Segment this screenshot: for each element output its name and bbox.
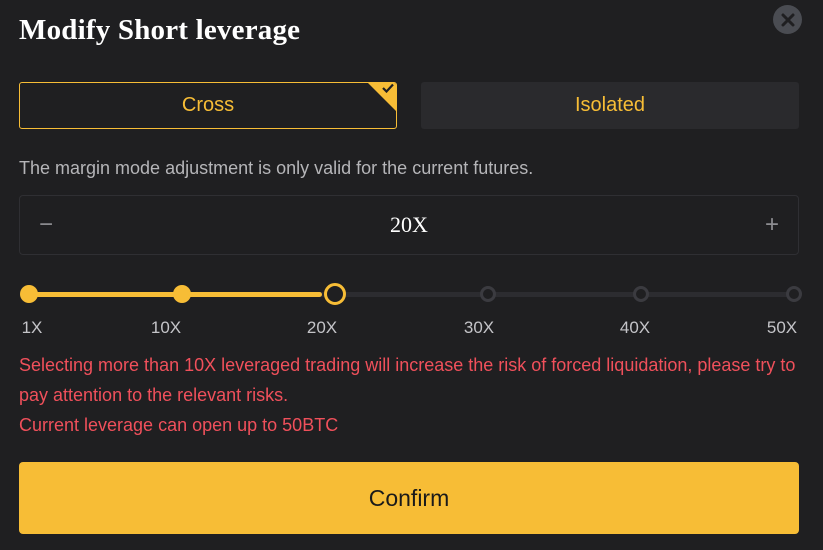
- margin-mode-info: The margin mode adjustment is only valid…: [19, 158, 534, 178]
- slider-tick-label[interactable]: 20X: [307, 318, 337, 338]
- close-icon: [781, 13, 794, 26]
- risk-warning: Selecting more than 10X leveraged tradin…: [19, 350, 799, 440]
- cross-mode-button[interactable]: Cross: [19, 82, 397, 129]
- close-button[interactable]: [773, 5, 802, 34]
- slider-tick-label[interactable]: 10X: [151, 318, 181, 338]
- confirm-label: Confirm: [368, 484, 450, 511]
- slider-stop-1x[interactable]: [20, 285, 38, 303]
- slider-stop-50x[interactable]: [786, 286, 802, 302]
- slider-stop-30x[interactable]: [480, 286, 496, 302]
- slider-stop-10x[interactable]: [173, 285, 191, 303]
- checkmark-icon: [382, 83, 394, 93]
- slider-tick-label[interactable]: 50X: [767, 318, 797, 338]
- leverage-slider[interactable]: 1X 10X 20X 30X 40X 50X: [0, 280, 823, 340]
- max-open-text: Current leverage can open up to 50BTC: [19, 415, 339, 435]
- leverage-stepper: − 20X +: [19, 195, 799, 255]
- dialog-title: Modify Short leverage: [19, 14, 301, 46]
- slider-stop-20x[interactable]: [324, 283, 346, 305]
- leverage-value[interactable]: 20X: [20, 212, 798, 238]
- risk-warning-text: Selecting more than 10X leveraged tradin…: [19, 355, 796, 405]
- increase-leverage-button[interactable]: +: [746, 196, 798, 254]
- isolated-mode-label: Isolated: [574, 94, 646, 116]
- slider-tick-label[interactable]: 30X: [464, 318, 494, 338]
- cross-mode-label: Cross: [181, 94, 235, 116]
- slider-stop-40x[interactable]: [633, 286, 649, 302]
- slider-tick-label[interactable]: 40X: [620, 318, 650, 338]
- slider-tick-label[interactable]: 1X: [22, 318, 43, 338]
- confirm-button[interactable]: Confirm: [19, 462, 799, 534]
- isolated-mode-button[interactable]: Isolated: [421, 82, 799, 129]
